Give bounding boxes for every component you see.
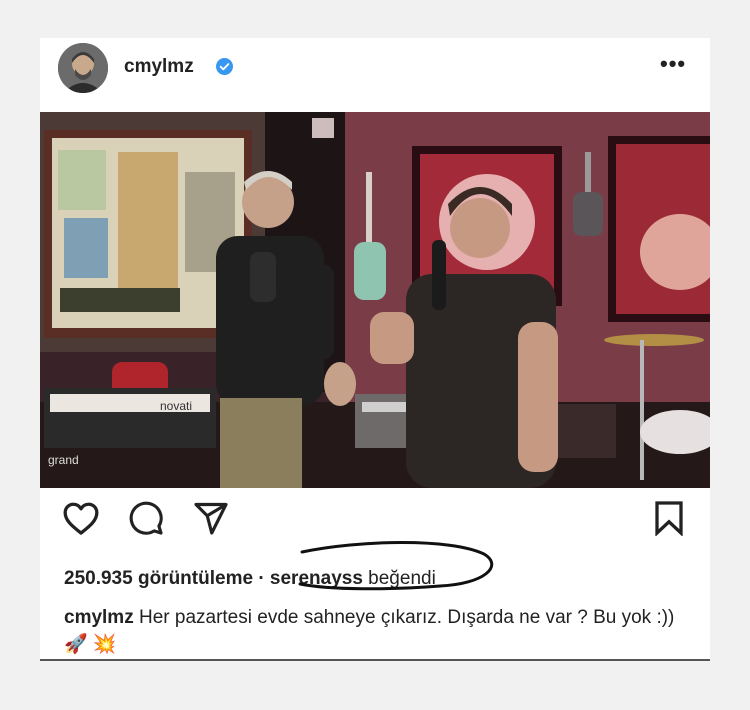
post-username[interactable]: cmylmz <box>124 56 194 78</box>
share-icon[interactable] <box>192 500 230 536</box>
post-video[interactable]: novati grand <box>40 112 710 488</box>
comment-icon[interactable] <box>128 500 164 536</box>
post-header: cmylmz ••• <box>40 38 710 112</box>
caption-username[interactable]: cmylmz <box>64 607 134 628</box>
post-caption: cmylmz Her pazartesi evde sahneye çıkarı… <box>64 604 694 658</box>
avatar[interactable] <box>58 43 108 93</box>
post-bottom-divider <box>40 659 710 661</box>
hand-drawn-circle-annotation <box>298 541 494 591</box>
views-count[interactable]: 250.935 <box>64 568 133 589</box>
video-frame: novati grand <box>40 112 710 488</box>
avatar-image <box>58 43 108 93</box>
caption-text: Her pazartesi evde sahneye çıkarız. Dışa… <box>64 607 675 655</box>
heart-icon[interactable] <box>62 500 100 536</box>
post-action-bar <box>40 500 710 540</box>
views-label[interactable]: görüntüleme <box>138 568 253 589</box>
verified-badge-icon <box>216 58 233 75</box>
more-options-icon[interactable]: ••• <box>660 51 686 77</box>
separator: · <box>258 568 265 589</box>
bookmark-icon[interactable] <box>654 500 684 536</box>
keyboard-label-text: grand <box>48 453 79 467</box>
keyboard-brand-text: novati <box>160 399 192 413</box>
